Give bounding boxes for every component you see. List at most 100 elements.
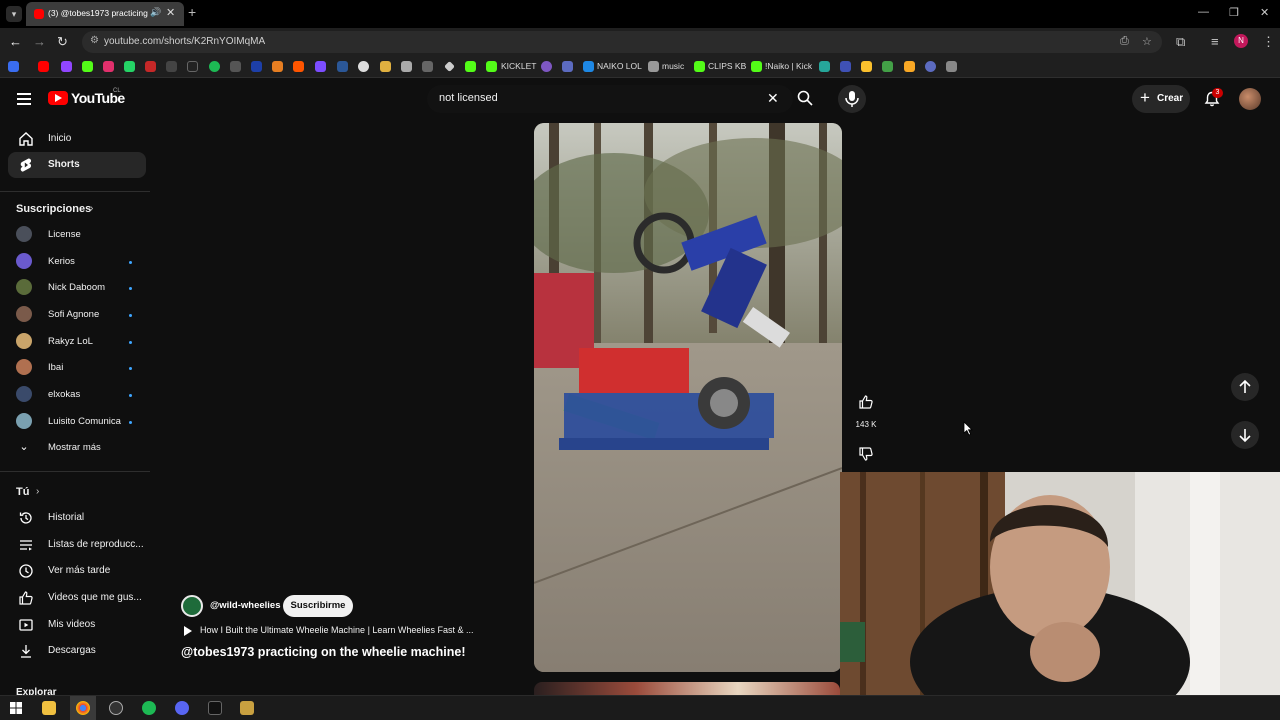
chevron-right-icon[interactable]: › [36, 486, 39, 497]
bookmark-star-icon[interactable]: ☆ [1142, 35, 1152, 48]
file-explorer-icon[interactable] [42, 701, 56, 715]
bookmark-icon[interactable] [251, 61, 262, 72]
bookmark-x-icon[interactable] [166, 61, 177, 72]
search-input[interactable]: not licensed ✕ [427, 85, 793, 113]
bookmark-icon[interactable] [925, 61, 936, 72]
sidebar-item-liked-videos[interactable]: Videos que me gus... [8, 585, 146, 611]
media-controls-icon[interactable]: ≡ [1211, 34, 1219, 49]
bookmark-music-icon[interactable] [648, 61, 659, 72]
previous-short-button[interactable] [1231, 373, 1259, 401]
bookmark-youtube-icon[interactable] [38, 61, 49, 72]
subscription-item[interactable]: Sofi Agnone [8, 302, 146, 328]
address-bar[interactable]: ⚙ youtube.com/shorts/K2RnYOIMqMA ⎙ ☆ [82, 31, 1162, 53]
sidebar-item-shorts[interactable]: Shorts [8, 152, 146, 178]
bookmark-tiktok-icon[interactable] [187, 61, 198, 72]
bookmark-naiko-kick-label[interactable]: !Naiko | Kick [765, 61, 812, 71]
bookmark-icon[interactable] [145, 61, 156, 72]
you-heading[interactable]: Tú [16, 486, 29, 498]
tab-search-button[interactable]: ▾ [6, 6, 22, 22]
bookmark-naiko-label[interactable]: NAIKO LOL [597, 61, 642, 71]
back-icon[interactable]: ← [9, 34, 22, 49]
chevron-right-icon[interactable]: › [90, 203, 93, 214]
bookmark-icon[interactable] [422, 61, 433, 72]
bookmark-icon[interactable] [315, 61, 326, 72]
youtube-logo-icon[interactable] [48, 91, 68, 105]
bookmark-icon[interactable] [861, 61, 872, 72]
next-short-button[interactable] [1231, 421, 1259, 449]
bookmark-soundcloud-icon[interactable] [293, 61, 304, 72]
obs-icon[interactable] [109, 701, 123, 715]
bookmark-icon[interactable] [904, 61, 915, 72]
bookmark-naiko-kick-icon[interactable] [751, 61, 762, 72]
short-title[interactable]: @tobes1973 practicing on the wheelie mac… [181, 645, 466, 659]
forward-icon[interactable]: → [33, 34, 46, 49]
install-app-icon[interactable]: ⎙ [1120, 35, 1129, 48]
channel-avatar[interactable] [181, 595, 203, 617]
sidebar-item-inicio[interactable]: Inicio [8, 126, 146, 152]
voice-search-button[interactable] [838, 85, 866, 113]
apps-grid-icon[interactable] [8, 61, 19, 72]
bookmark-kick-icon[interactable] [82, 61, 93, 72]
related-video-link[interactable]: How I Built the Ultimate Wheelie Machine… [182, 625, 522, 639]
app-icon[interactable] [208, 701, 222, 715]
windows-start-icon[interactable] [10, 702, 22, 714]
channel-name[interactable]: @wild-wheelies [210, 600, 281, 611]
sidebar-item-history[interactable]: Historial [8, 505, 146, 531]
sidebar-item-watch-later[interactable]: Ver más tarde [8, 558, 146, 584]
league-of-legends-icon[interactable] [240, 701, 254, 715]
bookmark-icon[interactable] [272, 61, 283, 72]
restore-icon[interactable]: ❐ [1229, 6, 1239, 19]
menu-hamburger-icon[interactable] [17, 93, 31, 105]
window-close-icon[interactable]: ✕ [1260, 6, 1269, 19]
create-button[interactable]: + Crear [1132, 85, 1190, 113]
discord-icon[interactable] [175, 701, 189, 715]
bookmark-music-label[interactable]: music [662, 61, 684, 71]
bookmark-icon[interactable] [444, 61, 455, 72]
subscription-item[interactable]: License [8, 222, 146, 248]
bookmark-twitch-icon[interactable] [61, 61, 72, 72]
audio-playing-icon[interactable]: 🔊 [150, 7, 161, 18]
tab-close-icon[interactable]: ✕ [166, 6, 175, 19]
site-info-icon[interactable]: ⚙ [90, 35, 99, 46]
show-more-button[interactable]: ⌄ Mostrar más [8, 435, 146, 461]
browser-menu-icon[interactable]: ⋮ [1262, 34, 1275, 50]
bookmark-kicklet-icon[interactable] [486, 61, 497, 72]
subscribe-button[interactable]: Suscribirme [283, 595, 353, 617]
bookmark-icon[interactable] [465, 61, 476, 72]
bookmark-whatsapp-icon[interactable] [124, 61, 135, 72]
new-tab-icon[interactable]: + [188, 4, 196, 20]
bookmark-spotify-icon[interactable] [209, 61, 220, 72]
dislike-button[interactable] [853, 441, 879, 467]
bookmark-naiko-icon[interactable] [583, 61, 594, 72]
bookmark-icon[interactable] [541, 61, 552, 72]
reload-icon[interactable]: ↻ [57, 34, 68, 50]
subscription-item[interactable]: Nick Daboom [8, 275, 146, 301]
sidebar-item-downloads[interactable]: Descargas [8, 638, 146, 664]
subscriptions-heading[interactable]: Suscripciones [16, 203, 91, 215]
next-short-preview[interactable] [534, 682, 840, 695]
subscription-item[interactable]: Kerios [8, 249, 146, 275]
search-query[interactable]: not licensed [439, 92, 498, 104]
subscription-item[interactable]: elxokas [8, 382, 146, 408]
search-icon[interactable] [797, 90, 813, 106]
bookmark-icon[interactable] [819, 61, 830, 72]
bookmark-instagram-icon[interactable] [103, 61, 114, 72]
spotify-icon[interactable] [142, 701, 156, 715]
browser-profile-avatar[interactable]: N [1234, 34, 1248, 48]
bookmark-icon[interactable] [230, 61, 241, 72]
bookmark-icon[interactable] [840, 61, 851, 72]
browser-tab[interactable]: (3) @tobes1973 practicing 🔊 ✕ [26, 2, 184, 26]
subscription-item[interactable]: Ibai [8, 355, 146, 381]
bookmark-clips-label[interactable]: CLIPS KB [708, 61, 746, 71]
subscription-item[interactable]: Rakyz LoL [8, 329, 146, 355]
bookmark-kicklet-label[interactable]: KICKLET [501, 61, 536, 71]
chrome-icon[interactable] [76, 701, 90, 715]
extensions-icon[interactable]: ⧉ [1176, 34, 1185, 50]
minimize-icon[interactable]: — [1198, 6, 1209, 18]
short-video-player[interactable] [534, 123, 842, 672]
sidebar-item-my-videos[interactable]: Mis videos [8, 612, 146, 638]
bookmark-icon[interactable] [562, 61, 573, 72]
bookmark-icon[interactable] [882, 61, 893, 72]
like-button[interactable] [853, 389, 879, 415]
sidebar-item-playlists[interactable]: Listas de reproducc... [8, 532, 146, 558]
